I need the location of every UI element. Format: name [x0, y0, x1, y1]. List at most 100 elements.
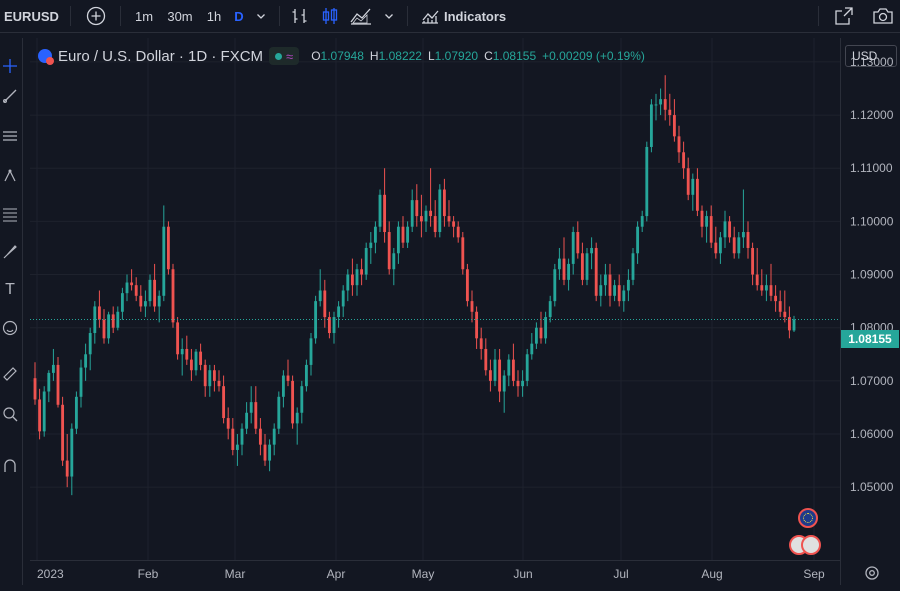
interval-d-button[interactable]: D [229, 0, 249, 32]
candle [461, 232, 465, 275]
candle [493, 348, 497, 387]
nodes-icon[interactable] [0, 166, 20, 186]
time-axis[interactable]: 2023 Feb Mar Apr May Jun Jul Aug Sep [30, 560, 840, 586]
candle-body [576, 232, 580, 254]
candle [268, 439, 272, 472]
candle-body [760, 285, 764, 291]
candle [387, 221, 391, 275]
eu-event-icon[interactable] [798, 508, 818, 528]
price-axis[interactable]: 1.13000 1.12000 1.11000 1.10000 1.09000 1.080… [840, 38, 900, 585]
trendline-icon[interactable] [0, 86, 20, 106]
snapshot-icon[interactable] [832, 0, 856, 32]
camera-icon[interactable] [870, 0, 896, 32]
candle-body [396, 226, 400, 254]
candle-body [452, 221, 456, 227]
candle [521, 370, 525, 397]
candle-body [553, 269, 557, 302]
candle [272, 423, 276, 456]
market-open-icon [275, 52, 283, 60]
candle [599, 274, 603, 307]
candle-body [346, 274, 350, 291]
candle [199, 343, 203, 371]
candle [737, 232, 741, 259]
candlestick-chart[interactable] [30, 38, 840, 560]
fib-icon[interactable] [0, 204, 20, 224]
candle-body [769, 285, 773, 296]
candle-body [355, 269, 359, 286]
candle [373, 221, 377, 254]
interval-30m-button[interactable]: 30m [163, 0, 197, 32]
candle-body [74, 396, 78, 429]
candle [88, 327, 92, 371]
candle-body [272, 428, 276, 445]
candle-body [56, 364, 60, 405]
candle [562, 237, 566, 286]
chevron-down-icon[interactable] [380, 0, 398, 32]
ruler-icon[interactable] [0, 364, 20, 384]
candle-body [415, 200, 419, 217]
candle-body [47, 372, 51, 392]
candle [396, 221, 400, 264]
candle [350, 258, 354, 296]
candle-body [442, 189, 446, 217]
time-tick-label: Apr [327, 567, 346, 581]
candle-body [424, 210, 428, 222]
candle-body [484, 348, 488, 371]
brush-icon[interactable] [0, 242, 20, 262]
candle [783, 290, 787, 323]
horizontal-lines-icon[interactable] [0, 126, 20, 146]
candle-body [318, 290, 322, 302]
candle-style-icon[interactable] [318, 0, 342, 32]
candle-body [516, 380, 520, 387]
candle [139, 285, 143, 312]
candle-body [691, 178, 695, 195]
candle [567, 258, 571, 291]
candle-body [544, 317, 548, 339]
interval-1h-button[interactable]: 1h [201, 0, 227, 32]
interval-1m-button[interactable]: 1m [130, 0, 158, 32]
symbol-search-button[interactable]: EURUSD [4, 0, 62, 32]
candle [700, 205, 704, 238]
candle [304, 359, 308, 392]
magnet-icon[interactable] [0, 456, 20, 476]
indicators-icon[interactable] [418, 0, 442, 32]
candle [327, 311, 331, 339]
text-icon[interactable]: T [0, 280, 20, 300]
candle [176, 317, 180, 360]
candle-body [383, 194, 387, 233]
crosshair-icon[interactable] [0, 56, 20, 76]
candle [258, 418, 262, 456]
candle-body [433, 216, 437, 233]
candle-body [718, 237, 722, 254]
candle [74, 391, 78, 435]
candle [626, 269, 630, 302]
candle [97, 290, 101, 328]
status-pill[interactable]: ≈ [269, 47, 300, 65]
candle [590, 237, 594, 270]
candle-body [475, 311, 479, 339]
candle-body [203, 364, 207, 387]
chevron-down-icon[interactable] [252, 0, 270, 32]
area-style-icon[interactable] [348, 0, 374, 32]
settings-gear-icon[interactable] [863, 564, 881, 582]
low-label: L [427, 49, 435, 63]
candle [263, 434, 267, 466]
candle [171, 263, 175, 328]
us-event-icon[interactable] [801, 535, 821, 555]
candle-body [626, 279, 630, 291]
currency-selector[interactable]: USD [845, 45, 897, 67]
candle [438, 184, 442, 238]
candle-body [88, 333, 92, 355]
emoji-icon[interactable] [0, 318, 20, 338]
time-tick-label: Jun [513, 567, 532, 581]
candle-body [166, 226, 170, 270]
indicators-button[interactable]: Indicators [444, 0, 516, 32]
candle [208, 364, 212, 397]
candle [649, 99, 653, 153]
zoom-icon[interactable] [0, 404, 20, 424]
plus-circle-icon[interactable] [83, 0, 109, 32]
candle [166, 221, 170, 275]
bar-style-icon[interactable] [288, 0, 312, 32]
candle [42, 386, 46, 437]
candle [792, 315, 796, 332]
